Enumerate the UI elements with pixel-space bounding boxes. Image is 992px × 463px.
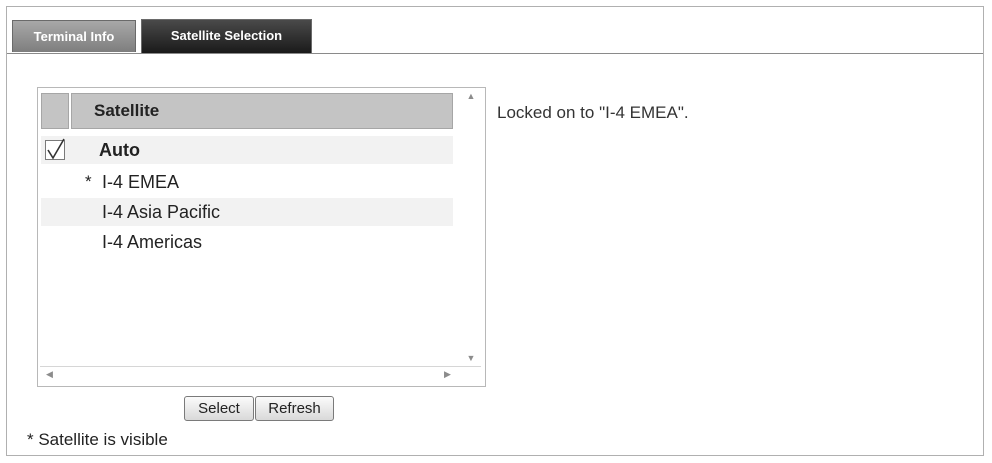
tab-terminal-info[interactable]: Terminal Info <box>12 20 136 52</box>
visible-marker: * <box>85 172 92 191</box>
column-header-satellite[interactable]: Satellite <box>71 93 453 129</box>
satellite-name: I-4 EMEA <box>102 172 180 192</box>
scroll-left-icon[interactable]: ◀ <box>46 369 53 380</box>
vertical-scrollbar[interactable]: ▲ ▼ <box>459 91 483 363</box>
horizontal-scrollbar[interactable]: ◀ ▶ <box>40 366 481 384</box>
app-frame: Terminal Info Satellite Selection Satell… <box>6 6 984 456</box>
tab-satellite-selection[interactable]: Satellite Selection <box>141 19 312 53</box>
header-check-column <box>41 93 69 129</box>
row-check-cell[interactable] <box>41 136 69 164</box>
table-row[interactable]: Auto <box>41 136 453 164</box>
table-row[interactable]: * I-4 EMEA <box>41 168 453 196</box>
tab-bar: Terminal Info Satellite Selection <box>7 7 983 54</box>
row-check-cell[interactable] <box>41 168 69 196</box>
scroll-right-icon[interactable]: ▶ <box>444 369 451 380</box>
footnote: * Satellite is visible <box>27 430 168 449</box>
select-button[interactable]: Select <box>184 396 254 421</box>
table-row[interactable]: I-4 Americas <box>41 228 453 256</box>
scroll-down-icon[interactable]: ▼ <box>459 353 483 363</box>
grid-header: Satellite <box>41 93 453 129</box>
satellite-name: I-4 Americas <box>102 232 203 252</box>
row-check-cell[interactable] <box>41 228 69 256</box>
table-row[interactable]: I-4 Asia Pacific <box>41 198 453 226</box>
satellite-name: Auto <box>99 140 140 160</box>
satellite-grid: Satellite Auto * I-4 EMEA I-4 Asia Pacif… <box>37 87 486 387</box>
row-check-cell[interactable] <box>41 198 69 226</box>
checkmark-icon <box>47 138 65 160</box>
scroll-up-icon[interactable]: ▲ <box>459 91 483 101</box>
satellite-name: I-4 Asia Pacific <box>102 202 221 222</box>
refresh-button[interactable]: Refresh <box>255 396 334 421</box>
status-message: Locked on to "I-4 EMEA". <box>497 103 689 122</box>
